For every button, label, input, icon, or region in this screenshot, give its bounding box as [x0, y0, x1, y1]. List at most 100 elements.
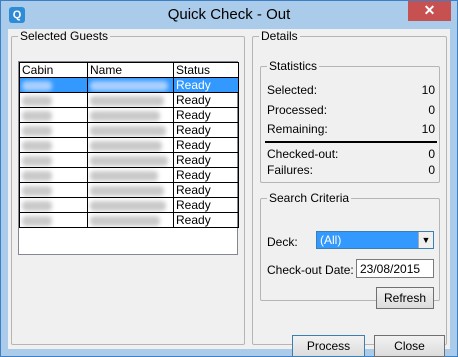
process-button[interactable]: Process [292, 335, 365, 357]
cabin-cell [19, 152, 88, 168]
stat-processed-label: Processed: [267, 103, 328, 117]
status-cell: Ready [173, 152, 239, 168]
dialog-body: Selected Guests Cabin Name Status Ready … [8, 29, 450, 357]
redacted-cabin [22, 185, 52, 196]
table-row[interactable]: Ready [19, 107, 239, 123]
close-button[interactable]: Close [374, 335, 445, 357]
deck-label: Deck: [267, 235, 298, 249]
table-row[interactable]: Ready [19, 152, 239, 168]
status-cell: Ready [173, 77, 239, 93]
guest-grid[interactable]: Cabin Name Status Ready Ready Ready Read… [18, 61, 239, 255]
table-row[interactable]: Ready [19, 182, 239, 198]
status-cell: Ready [173, 137, 239, 153]
status-cell: Ready [173, 197, 239, 213]
cabin-cell [19, 182, 88, 198]
stat-failures-value: 0 [428, 163, 435, 177]
stat-remaining-value: 10 [421, 122, 435, 136]
column-header-cabin[interactable]: Cabin [19, 62, 88, 78]
stat-checked-out: Checked-out: 0 [267, 147, 435, 163]
table-row[interactable]: Ready [19, 77, 239, 93]
stat-selected-value: 10 [421, 83, 435, 97]
redacted-cabin [22, 110, 52, 121]
checkout-date-label: Check-out Date: [267, 263, 354, 277]
name-cell [87, 137, 174, 153]
cabin-cell [19, 137, 88, 153]
name-cell [87, 122, 174, 138]
status-cell: Ready [173, 212, 239, 228]
cabin-cell [19, 197, 88, 213]
guest-table-header: Cabin Name Status [19, 62, 239, 78]
stat-selected-label: Selected: [267, 83, 318, 97]
window-close-button[interactable]: ✕ [408, 1, 451, 21]
chevron-down-icon[interactable]: ▼ [418, 232, 433, 248]
cabin-cell [19, 107, 88, 123]
column-header-status[interactable]: Status [173, 62, 239, 78]
refresh-button[interactable]: Refresh [376, 287, 434, 309]
redacted-name [90, 185, 164, 196]
deck-select[interactable]: (All) ▼ [316, 231, 434, 249]
status-cell: Ready [173, 92, 239, 108]
stat-remaining-label: Remaining: [267, 122, 328, 136]
redacted-name [90, 95, 164, 106]
statistics-group: Statistics Selected: 10 Processed: 0 Rem… [260, 59, 440, 183]
redacted-cabin [22, 95, 52, 106]
redacted-cabin [22, 155, 52, 166]
stat-checked-out-value: 0 [428, 147, 435, 161]
name-cell [87, 212, 174, 228]
name-cell [87, 152, 174, 168]
status-cell: Ready [173, 122, 239, 138]
redacted-name [90, 110, 160, 121]
column-header-name[interactable]: Name [87, 62, 174, 78]
stats-divider [265, 141, 437, 143]
search-criteria-legend: Search Criteria [269, 191, 350, 205]
stat-failures: Failures: 0 [267, 163, 435, 179]
details-group: Details Statistics Selected: 10 Processe… [252, 29, 447, 357]
search-criteria-group: Search Criteria Deck: (All) ▼ Check-out … [260, 191, 440, 309]
redacted-name [90, 155, 168, 166]
table-row[interactable]: Ready [19, 167, 239, 183]
redacted-name [90, 170, 158, 181]
deck-select-value: (All) [320, 233, 342, 247]
name-cell [87, 197, 174, 213]
redacted-cabin [22, 140, 52, 151]
name-cell [87, 107, 174, 123]
selected-guests-group: Selected Guests Cabin Name Status Ready … [11, 29, 245, 345]
quick-checkout-window: Q Quick Check - Out ✕ Selected Guests Ca… [0, 0, 458, 357]
name-cell [87, 182, 174, 198]
redacted-cabin [22, 200, 52, 211]
table-row[interactable]: Ready [19, 212, 239, 228]
redacted-name [90, 125, 166, 136]
status-cell: Ready [173, 182, 239, 198]
checkout-date-input[interactable] [356, 259, 434, 278]
redacted-cabin [22, 170, 52, 181]
selected-guests-legend: Selected Guests [20, 29, 109, 43]
redacted-name [90, 80, 168, 91]
stat-processed-value: 0 [428, 103, 435, 117]
table-row[interactable]: Ready [19, 92, 239, 108]
table-row[interactable]: Ready [19, 137, 239, 153]
stat-processed: Processed: 0 [267, 103, 435, 119]
name-cell [87, 92, 174, 108]
title-bar[interactable]: Q Quick Check - Out ✕ [1, 1, 457, 29]
cabin-cell [19, 122, 88, 138]
guest-table: Cabin Name Status Ready Ready Ready Read… [19, 62, 239, 228]
name-cell [87, 77, 174, 93]
table-row[interactable]: Ready [19, 122, 239, 138]
redacted-cabin [22, 215, 52, 226]
redacted-name [90, 215, 160, 226]
stat-remaining: Remaining: 10 [267, 122, 435, 138]
stat-checked-out-label: Checked-out: [267, 147, 339, 161]
details-legend: Details [261, 29, 298, 43]
cabin-cell [19, 77, 88, 93]
stat-failures-label: Failures: [267, 163, 314, 177]
redacted-name [90, 200, 166, 211]
cabin-cell [19, 212, 88, 228]
cabin-cell [19, 167, 88, 183]
statistics-legend: Statistics [269, 59, 318, 73]
redacted-name [90, 140, 162, 151]
status-cell: Ready [173, 167, 239, 183]
redacted-cabin [22, 125, 52, 136]
table-row[interactable]: Ready [19, 197, 239, 213]
status-cell: Ready [173, 107, 239, 123]
window-title: Quick Check - Out [167, 6, 291, 23]
